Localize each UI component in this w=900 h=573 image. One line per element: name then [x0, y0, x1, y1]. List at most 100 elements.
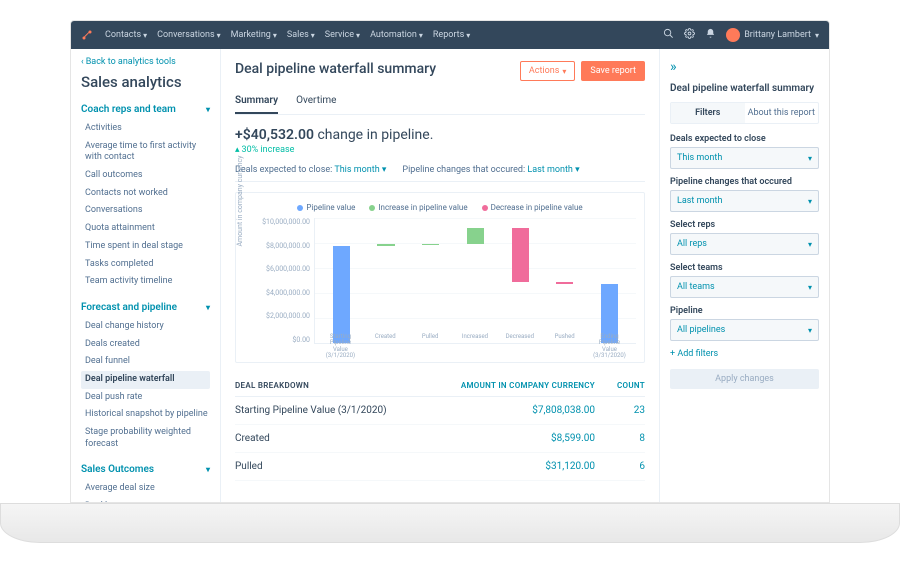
- collapse-panel-icon[interactable]: »: [670, 59, 819, 75]
- metric-sub: ▴ 30% increase: [235, 145, 645, 155]
- legend-pipeline-value: Pipeline value: [297, 203, 355, 212]
- caret-down-icon: ▾: [808, 154, 812, 163]
- actions-label: Actions: [529, 66, 559, 76]
- sidebar-item[interactable]: Average time to first activity with cont…: [81, 138, 210, 167]
- sidebar: ‹ Back to analytics tools Sales analytic…: [71, 49, 221, 502]
- sidebar-section-header[interactable]: Coach reps and team▾: [81, 101, 210, 118]
- chevron-down-icon: ▾: [206, 465, 210, 474]
- save-report-button[interactable]: Save report: [581, 61, 645, 81]
- apply-changes-button[interactable]: Apply changes: [670, 369, 819, 389]
- inline-filter[interactable]: Deals expected to close: This month ▾: [235, 165, 386, 175]
- caret-down-icon: ▾: [808, 240, 812, 249]
- y-tick: $4,000,000.00: [244, 289, 310, 297]
- panel-title: Deal pipeline waterfall summary: [670, 83, 819, 94]
- sidebar-item[interactable]: Deal pipeline waterfall: [81, 371, 210, 389]
- sidebar-item[interactable]: Quota attainment: [81, 220, 210, 238]
- sidebar-item[interactable]: Tasks completed: [81, 256, 210, 274]
- sidebar-item[interactable]: Contacts not worked: [81, 185, 210, 203]
- x-tick: Decreased: [503, 334, 538, 360]
- x-tick: Ending Pipeline Value (3/31/2020): [592, 334, 627, 360]
- table-row: Created$8,599.008: [235, 425, 645, 453]
- user-menu[interactable]: Brittany Lambert ▾: [726, 28, 819, 42]
- sidebar-section-header[interactable]: Forecast and pipeline▾: [81, 299, 210, 316]
- actions-button[interactable]: Actions ▾: [520, 61, 575, 81]
- cell-label: Pulled: [235, 461, 453, 472]
- filter-select[interactable]: This month▾: [670, 147, 819, 169]
- sidebar-item[interactable]: Average deal size: [81, 480, 210, 498]
- add-filters-link[interactable]: + Add filters: [670, 349, 819, 359]
- x-tick: Starting Pipeline Value (3/1/2020): [323, 334, 358, 360]
- sidebar-item[interactable]: Deal loss reasons: [81, 498, 210, 502]
- nav-item[interactable]: Reports ▾: [433, 30, 470, 40]
- y-axis-label: Amount in company currency: [236, 156, 244, 247]
- sidebar-item[interactable]: Deals created: [81, 336, 210, 354]
- nav-item[interactable]: Service ▾: [325, 30, 360, 40]
- legend-decrease: Decrease in pipeline value: [482, 203, 583, 212]
- hubspot-logo-icon[interactable]: [81, 29, 93, 41]
- search-icon[interactable]: [663, 28, 674, 42]
- inline-filters: Deals expected to close: This month ▾ Pip…: [235, 165, 645, 182]
- caret-down-icon: ▾: [808, 283, 812, 292]
- main-area: ‹ Back to analytics tools Sales analytic…: [71, 49, 829, 502]
- panel-tab-about[interactable]: About this report: [745, 103, 819, 123]
- filter-panel: » Deal pipeline waterfall summary Filter…: [659, 49, 829, 502]
- y-axis: $10,000,000.00$8,000,000.00$6,000,000.00…: [244, 218, 314, 358]
- chevron-down-icon: ▾: [143, 31, 147, 40]
- sidebar-item[interactable]: Historical snapshot by pipeline: [81, 406, 210, 424]
- sidebar-title: Sales analytics: [81, 73, 210, 91]
- nav-item[interactable]: Automation ▾: [370, 30, 423, 40]
- chevron-down-icon: ▾: [419, 31, 423, 40]
- cell-label: Starting Pipeline Value (3/1/2020): [235, 405, 453, 416]
- y-tick: $0.00: [244, 336, 310, 344]
- filter-select[interactable]: All pipelines▾: [670, 319, 819, 341]
- sidebar-item[interactable]: Deal push rate: [81, 389, 210, 407]
- filter-select[interactable]: Last month▾: [670, 190, 819, 212]
- nav-item[interactable]: Marketing ▾: [231, 30, 277, 40]
- filter-label: Select reps: [670, 220, 819, 230]
- chevron-down-icon: ▾: [311, 31, 315, 40]
- chart-container: Pipeline value Increase in pipeline valu…: [235, 192, 645, 363]
- caret-down-icon: ▾: [808, 326, 812, 335]
- nav-item[interactable]: Conversations ▾: [157, 30, 221, 40]
- sidebar-item[interactable]: Team activity timeline: [81, 273, 210, 291]
- sidebar-item[interactable]: Conversations: [81, 202, 210, 220]
- chevron-down-icon: ▾: [356, 31, 360, 40]
- report-tabs: Summary Overtime: [235, 89, 645, 115]
- metric-text: change in pipeline.: [317, 127, 433, 143]
- sidebar-item[interactable]: Deal change history: [81, 318, 210, 336]
- y-tick: $2,000,000.00: [244, 312, 310, 320]
- nav-item[interactable]: Contacts ▾: [105, 30, 147, 40]
- chevron-down-icon: ▾: [217, 31, 221, 40]
- sidebar-item[interactable]: Stage probability weighted forecast: [81, 424, 210, 453]
- chevron-left-icon: ‹: [81, 57, 84, 67]
- filter-select[interactable]: All teams▾: [670, 276, 819, 298]
- chevron-down-icon: ▾: [466, 31, 470, 40]
- metric-sub-text: 30% increase: [242, 145, 295, 155]
- bell-icon[interactable]: [705, 28, 716, 42]
- gear-icon[interactable]: [684, 28, 695, 42]
- sidebar-item[interactable]: Call outcomes: [81, 167, 210, 185]
- sidebar-item[interactable]: Time spent in deal stage: [81, 238, 210, 256]
- cell-label: Created: [235, 433, 453, 444]
- nav-item[interactable]: Sales ▾: [287, 30, 315, 40]
- chart-bar: [324, 218, 358, 343]
- table-row: Pulled$31,120.006: [235, 453, 645, 481]
- tab-overtime[interactable]: Overtime: [296, 89, 336, 114]
- x-axis-labels: Starting Pipeline Value (3/1/2020)Create…: [314, 334, 636, 360]
- inline-filter[interactable]: Pipeline changes that occured: Last mont…: [402, 165, 579, 175]
- sidebar-item[interactable]: Activities: [81, 120, 210, 138]
- table-row: Starting Pipeline Value (3/1/2020)$7,808…: [235, 397, 645, 425]
- sidebar-section-header[interactable]: Sales Outcomes▾: [81, 461, 210, 478]
- cell-amount: $8,599.00: [453, 433, 595, 444]
- chevron-down-icon: ▾: [273, 31, 277, 40]
- plot-area: [314, 218, 636, 344]
- back-link[interactable]: ‹ Back to analytics tools: [81, 57, 210, 67]
- sidebar-item[interactable]: Deal funnel: [81, 353, 210, 371]
- panel-tab-filters[interactable]: Filters: [671, 103, 745, 123]
- waterfall-chart: Amount in company currency $10,000,000.0…: [244, 218, 636, 358]
- tab-summary[interactable]: Summary: [235, 89, 278, 114]
- chart-bar: [458, 218, 492, 343]
- filter-select[interactable]: All reps▾: [670, 233, 819, 255]
- chart-legend: Pipeline value Increase in pipeline valu…: [244, 203, 636, 212]
- chart-bar: [503, 218, 537, 343]
